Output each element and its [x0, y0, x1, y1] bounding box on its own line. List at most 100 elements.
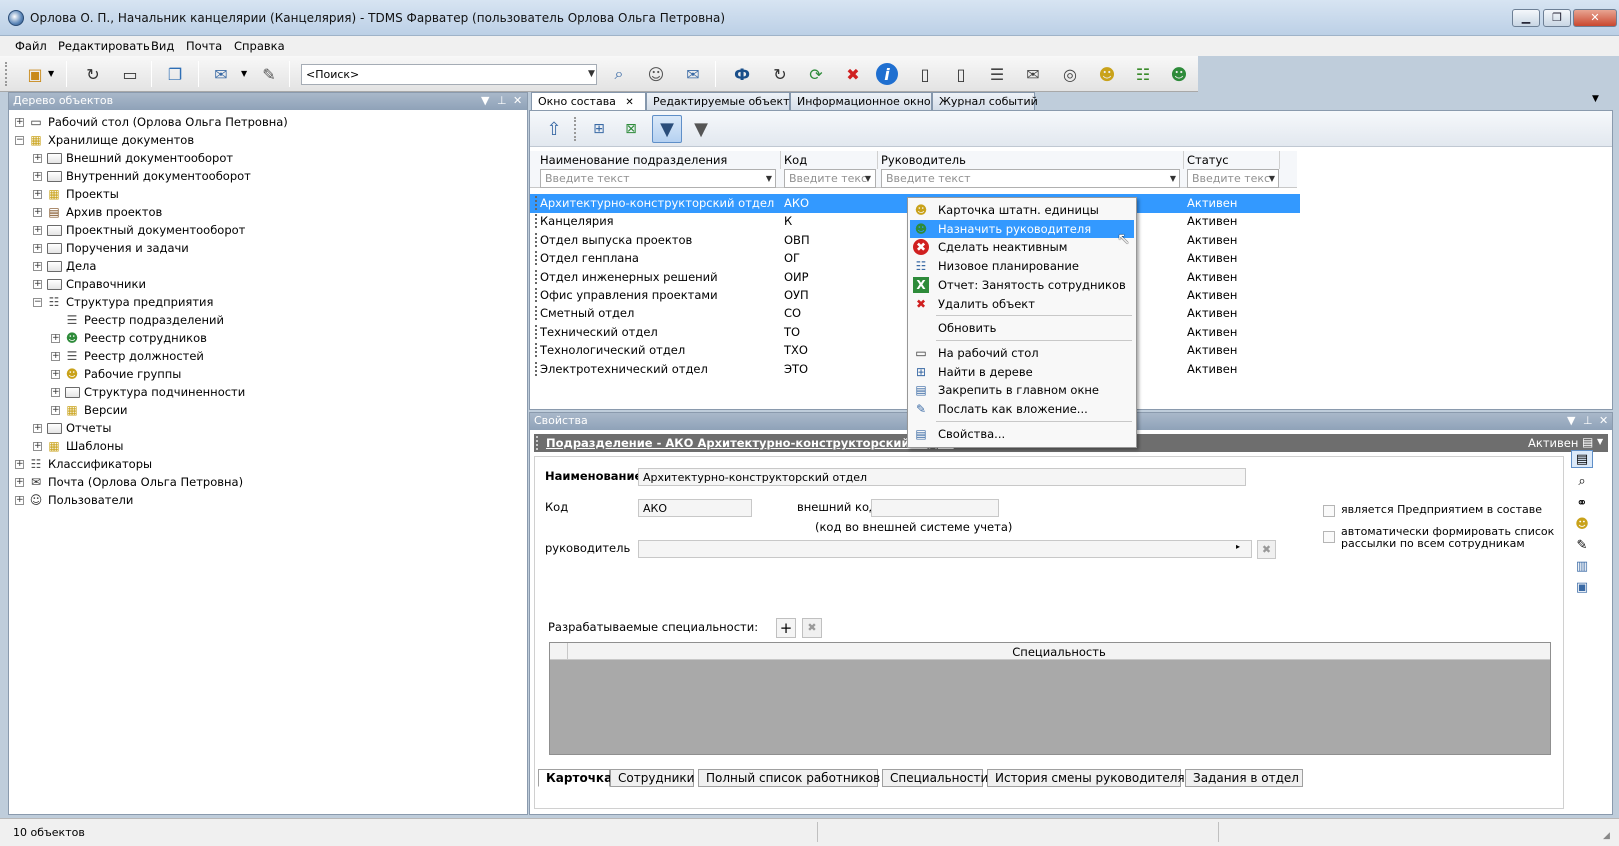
resize-grip-icon[interactable]: ◢ — [1603, 831, 1610, 841]
filter-manager-input[interactable]: Введите текст — [881, 169, 1180, 188]
new-object-icon[interactable]: ▣ — [22, 62, 48, 86]
is-enterprise-checkbox[interactable] — [1323, 505, 1335, 517]
col-status-header[interactable]: Статус — [1184, 151, 1280, 169]
close-button[interactable]: ✕ — [1573, 9, 1617, 27]
cancel-icon[interactable]: ✖ — [840, 62, 866, 86]
tree-item[interactable]: + Внутренний документооборот — [15, 167, 525, 185]
tab-composition[interactable]: Окно состава ✕ — [531, 92, 646, 110]
expand-icon[interactable]: + — [51, 387, 60, 397]
context-menu-item[interactable]: ☷ Низовое планирование — [910, 257, 1134, 275]
expand-icon[interactable]: + — [33, 261, 42, 271]
remove-specialty-button[interactable]: ✖ — [802, 618, 822, 638]
expand-icon[interactable]: + — [33, 189, 42, 199]
tabs-dropdown-icon[interactable]: ▼ — [1592, 94, 1599, 104]
expand-icon[interactable]: + — [33, 171, 42, 181]
minimize-button[interactable]: ▁ — [1512, 9, 1540, 27]
panel-pin-icon[interactable]: ⊥ — [497, 94, 507, 107]
book-icon[interactable]: ▥ — [1571, 557, 1593, 575]
expand-icon[interactable]: + — [51, 405, 60, 415]
filter-manager-dropdown-icon[interactable]: ▼ — [1166, 169, 1180, 188]
col-code-header[interactable]: Код — [781, 151, 878, 169]
tree-item[interactable]: − ☷ Структура предприятия — [15, 293, 525, 311]
panel-pin-icon[interactable]: ⊥ — [1583, 414, 1593, 427]
manager-select-icon[interactable]: ▸ — [1236, 542, 1240, 551]
expand-icon[interactable]: + — [33, 207, 42, 217]
faravter-logo-icon[interactable]: Ф — [729, 62, 755, 86]
tab-department-tasks[interactable]: Задания в отдел — [1185, 769, 1303, 787]
panel-dropdown-icon[interactable]: ▼ — [1567, 414, 1575, 427]
tab-card[interactable]: Карточка — [538, 769, 612, 787]
expand-icon[interactable]: + — [15, 459, 24, 469]
expand-icon[interactable]: + — [33, 441, 42, 451]
manager-clear-icon[interactable]: ✖ — [1257, 540, 1276, 559]
tree-item[interactable]: + ▤ Архив проектов — [15, 203, 525, 221]
context-menu-item[interactable]: X Отчет: Занятость сотрудников — [910, 276, 1134, 294]
document-icon[interactable]: ▯ — [912, 62, 938, 86]
tab-full-employee-list[interactable]: Полный список работников — [698, 769, 880, 787]
tree-item[interactable]: + Проектный документооборот — [15, 221, 525, 239]
search-objects-icon[interactable]: ⌕ — [606, 62, 632, 86]
tree-item[interactable]: + ☰ Реестр должностей — [15, 347, 525, 365]
context-menu-item[interactable]: ✖ Сделать неактивным — [910, 238, 1134, 256]
tree-item[interactable]: + ▭ Рабочий стол (Орлова Ольга Петровна) — [15, 113, 525, 131]
tree-item[interactable]: + ▦ Версии — [15, 401, 525, 419]
object-menu-icon[interactable]: ▤ — [1582, 435, 1593, 449]
add-specialty-button[interactable]: + — [776, 618, 796, 638]
user-profile-icon[interactable]: ☻ — [1166, 62, 1192, 86]
tree-item[interactable]: + ☻ Реестр сотрудников — [15, 329, 525, 347]
expand-icon[interactable]: + — [51, 369, 60, 379]
collapse-icon[interactable]: − — [15, 135, 24, 145]
expand-icon[interactable]: + — [51, 333, 60, 343]
context-menu-item[interactable]: ✖ Удалить объект — [910, 295, 1134, 313]
find-user-icon[interactable]: ☺ — [643, 62, 669, 86]
tree-item[interactable]: + ✉ Почта (Орлова Ольга Петровна) — [15, 473, 525, 491]
reload-icon[interactable]: ↻ — [767, 62, 793, 86]
find-in-tree-icon[interactable]: ⊞ — [584, 115, 614, 143]
tab-manager-history[interactable]: История смены руководителя — [987, 769, 1185, 787]
page-icon[interactable]: ▯ — [948, 62, 974, 86]
tab-event-log[interactable]: Журнал событий — [932, 92, 1038, 110]
context-menu-item[interactable]: Обновить — [910, 319, 1134, 337]
code-field[interactable]: АКО — [638, 499, 752, 517]
expand-icon[interactable]: + — [33, 423, 42, 433]
tree-item[interactable]: + ☻ Рабочие группы — [15, 365, 525, 383]
tree-item[interactable]: + Структура подчиненности — [15, 383, 525, 401]
external-code-field[interactable] — [871, 499, 999, 517]
export-excel-icon[interactable]: ⊠ — [616, 115, 646, 143]
filter-name-input[interactable]: Введите текст — [540, 169, 776, 188]
search-input[interactable]: <Поиск> — [301, 64, 597, 85]
refresh-icon[interactable]: ↻ — [80, 62, 106, 86]
context-menu-item[interactable]: ⊞ Найти в дереве — [910, 363, 1134, 381]
object-menu-dropdown-icon[interactable]: ▼ — [1597, 437, 1603, 446]
tree-item[interactable]: + Поручения и задачи — [15, 239, 525, 257]
attach-icon[interactable]: ✎ — [256, 62, 282, 86]
menu-edit[interactable]: Редактировать — [58, 39, 150, 53]
desktop-icon[interactable]: ▭ — [117, 62, 143, 86]
context-menu-item[interactable]: ▤ Закрепить в главном окне — [910, 381, 1134, 399]
tree-item[interactable]: + Внешний документооборот — [15, 149, 525, 167]
expand-icon[interactable]: + — [33, 153, 42, 163]
expand-icon[interactable]: + — [33, 243, 42, 253]
clear-filter-icon[interactable]: ▼ — [686, 115, 716, 143]
context-menu-item[interactable]: ▤ Свойства... — [910, 425, 1134, 443]
tree-structure-icon[interactable]: ☷ — [1130, 62, 1156, 86]
info-icon[interactable]: i — [876, 63, 898, 85]
manager-field[interactable] — [638, 540, 1252, 558]
menu-view[interactable]: Вид — [151, 39, 174, 53]
search-dropdown-icon[interactable]: ▼ — [585, 64, 598, 85]
link-icon[interactable]: ⚭ — [1571, 494, 1593, 512]
tree-item[interactable]: + ▦ Шаблоны — [15, 437, 525, 455]
menu-file[interactable]: Файл — [15, 39, 47, 53]
filter-code-dropdown-icon[interactable]: ▼ — [861, 169, 875, 188]
tree-item[interactable]: + Отчеты — [15, 419, 525, 437]
tab-edited-objects[interactable]: Редактируемые объекты — [646, 92, 798, 110]
panel-close-icon[interactable]: ✕ — [1599, 414, 1608, 427]
context-menu-item[interactable]: ☻ Назначить руководителя — [910, 219, 1134, 238]
specialty-column-header[interactable]: Специальность — [568, 643, 1550, 660]
col-manager-header[interactable]: Руководитель — [878, 151, 1184, 169]
tab-close-icon[interactable]: ✕ — [625, 97, 633, 108]
tab-employees[interactable]: Сотрудники — [610, 769, 694, 787]
tree-item[interactable]: + Справочники — [15, 275, 525, 293]
users-icon[interactable]: ☻ — [1094, 62, 1120, 86]
context-menu-item[interactable]: ✎ Послать как вложение... — [910, 400, 1134, 418]
